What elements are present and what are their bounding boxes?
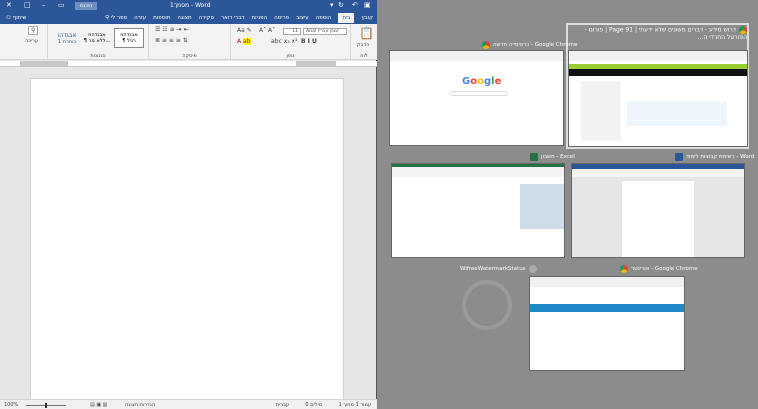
google-logo: Google <box>462 76 502 87</box>
style-name: כותרת 1 <box>57 39 77 45</box>
bold-italic-underline-icons[interactable]: B I U <box>301 38 317 45</box>
share-button[interactable]: ⚇ שיתוף <box>6 15 26 21</box>
window-title: דרוש מידע - דברים משונים שלא ידעתי | Pag… <box>584 26 747 42</box>
qat-customize-icon[interactable]: ▾ <box>330 1 334 9</box>
strike-sub-sup-icons[interactable]: abc x₂ x² <box>271 38 298 45</box>
ribbon-display-icon[interactable]: ▭ <box>58 1 65 9</box>
window-caption: אורינטר - Google Chrome <box>620 265 698 273</box>
undo-icon[interactable]: ↻ <box>338 1 344 9</box>
styles-group-label: סגנונות <box>90 53 106 59</box>
font-group-label: גופן <box>286 53 295 59</box>
tab-design[interactable]: עיצוב <box>296 15 309 21</box>
clipboard-group: 📋 הדבק לוח <box>350 24 377 60</box>
wifree-watermark-icon[interactable] <box>462 280 512 330</box>
style-name: ¶ ללא מר... <box>83 38 111 44</box>
window-thumbnail-new-tab[interactable]: Google <box>389 50 564 146</box>
style-sample: אבגדהו <box>57 32 77 39</box>
sign-in-button[interactable]: היכנס <box>75 2 98 10</box>
style-heading-1[interactable]: אבגדהו כותרת 1 <box>52 28 82 48</box>
window-title: כרטיסייה חדשה - Google Chrome <box>493 42 578 48</box>
maximize-icon[interactable]: □ <box>24 1 31 9</box>
paste-icon[interactable]: 📋 <box>359 26 374 40</box>
chrome-icon <box>482 41 490 49</box>
list-icons[interactable]: ☰ ☷ ≡ ⇥ ⇤ <box>155 26 188 33</box>
tell-me-search[interactable]: ⚲ ספר לי <box>105 15 127 21</box>
tab-help[interactable]: עזרה <box>134 15 146 21</box>
find-icon: ⚲ <box>28 26 39 35</box>
window-thumbnail-excel[interactable] <box>391 163 565 258</box>
save-icon[interactable]: ▣ <box>364 1 371 9</box>
excel-icon <box>530 153 538 161</box>
tab-home[interactable]: בית <box>338 13 355 23</box>
display-settings-button[interactable]: הגדרות תצוגה <box>125 402 155 408</box>
align-icons[interactable]: ≣ ≡ ≡ ≡ ⇅ <box>155 37 188 44</box>
window-title: WifreeWatermarkStatus <box>460 266 526 272</box>
font-color-icon[interactable]: A ab <box>237 38 251 45</box>
font-group: Arial (גופן עברי) 11 A˄ A˅ Aa ✎ B I U ab… <box>230 24 350 60</box>
window-title: מסמך1 - Word <box>170 2 211 9</box>
font-size-select[interactable]: 11 <box>283 28 301 35</box>
editing-label: עריכה <box>25 38 38 44</box>
zoom-slider[interactable] <box>26 403 66 408</box>
zoom-level[interactable]: 100% <box>4 402 18 408</box>
window-caption: WifreeWatermarkStatus <box>460 265 537 273</box>
tab-layout[interactable]: פריסה <box>274 15 289 21</box>
tell-me-label: ספר לי <box>110 15 128 21</box>
page-count[interactable]: עמוד 1 מתוך 1 <box>338 402 371 408</box>
ribbon: 📋 הדבק לוח Arial (גופן עברי) 11 A˄ A˅ Aa… <box>0 24 377 60</box>
window-caption: רשימת קבוצות לימוד - Word <box>675 153 754 161</box>
minimize-icon[interactable]: – <box>42 1 46 9</box>
style-normal[interactable]: אבגדהוז ¶ רגיל <box>114 28 144 48</box>
view-buttons[interactable]: ▤ ▣ ▥ <box>90 402 107 408</box>
window-title: רשימת קבוצות לימוד - Word <box>686 154 755 160</box>
redo-icon[interactable]: ↶ <box>352 1 358 9</box>
title-bar: ✕ □ – ▭ היכנס מסמך1 - Word ▾ ↻ ↶ ▣ <box>0 0 377 12</box>
font-grow-shrink-icon[interactable]: A˄ A˅ <box>259 27 275 34</box>
status-bar: עמוד 1 מתוך 1 0 מילים עברית הגדרות תצוגה… <box>0 399 377 409</box>
paragraph-group-label: פיסקה <box>182 53 197 59</box>
tab-mailings[interactable]: דברי דואר <box>221 15 245 21</box>
window-caption: כרטיסייה חדשה - Google Chrome <box>482 41 577 49</box>
window-thumbnail-forum[interactable] <box>568 50 748 147</box>
window-thumbnail-word[interactable] <box>571 163 745 258</box>
window-thumbnail-oriinter[interactable] <box>529 276 685 371</box>
horizontal-ruler[interactable] <box>0 61 377 67</box>
window-title: חשבון - Excel <box>541 154 575 160</box>
language-indicator[interactable]: עברית <box>276 402 289 408</box>
share-label: שיתוף <box>12 15 27 21</box>
chrome-icon <box>739 26 747 34</box>
word-icon <box>675 153 683 161</box>
document-page[interactable] <box>30 78 344 400</box>
styles-group: אבגדהוז ¶ רגיל אבגדהוז ¶ ללא מר... אבגדהו כ… <box>47 24 148 60</box>
tab-addins[interactable]: תוספות <box>153 15 170 21</box>
paragraph-group: ☰ ☷ ≡ ⇥ ⇤ ≣ ≡ ≡ ≡ ⇅ פיסקה <box>148 24 230 60</box>
tab-view[interactable]: תצוגה <box>177 15 191 21</box>
window-caption: דרוש מידע - דברים משונים שלא ידעתי | Pag… <box>569 26 747 42</box>
tab-references[interactable]: הפניות <box>252 15 268 21</box>
wifree-icon <box>528 265 537 273</box>
chrome-icon <box>620 265 628 273</box>
tab-review[interactable]: סקירה <box>199 15 214 21</box>
tab-file[interactable]: קובץ <box>361 15 373 21</box>
paste-label[interactable]: הדבק <box>357 42 369 48</box>
editing-group[interactable]: ⚲ עריכה <box>20 24 47 60</box>
font-name-select[interactable]: Arial (גופן עברי) <box>303 28 347 35</box>
ribbon-tabs: קובץ בית הוספה עיצוב פריסה הפניות דברי ד… <box>0 12 377 24</box>
close-icon[interactable]: ✕ <box>6 1 12 9</box>
word-window[interactable]: ✕ □ – ▭ היכנס מסמך1 - Word ▾ ↻ ↶ ▣ קובץ … <box>0 0 377 409</box>
word-count[interactable]: 0 מילים <box>305 402 322 408</box>
style-no-spacing[interactable]: אבגדהוז ¶ ללא מר... <box>82 28 112 48</box>
window-caption: חשבון - Excel <box>530 153 575 161</box>
change-case-icon[interactable]: Aa ✎ <box>237 27 252 34</box>
clipboard-group-label: לוח <box>360 53 368 59</box>
window-title: אורינטר - Google Chrome <box>631 266 698 272</box>
tab-insert[interactable]: הוספה <box>316 15 332 21</box>
style-name: ¶ רגיל <box>122 38 136 44</box>
